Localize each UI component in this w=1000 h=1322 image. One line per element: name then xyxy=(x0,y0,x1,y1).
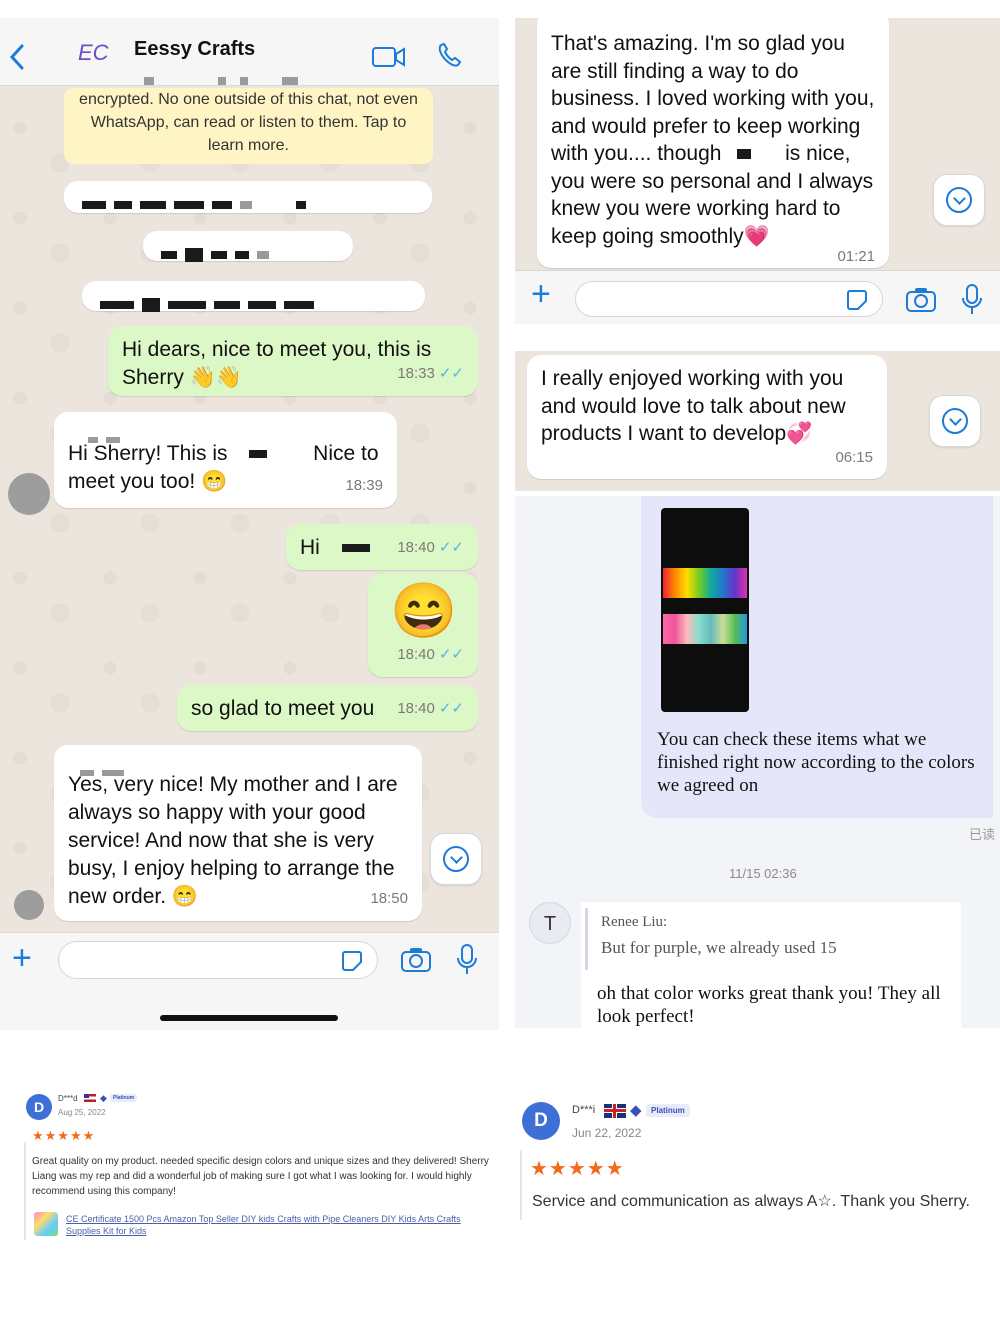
message-text: so glad to meet you xyxy=(191,697,375,720)
sent-message-card[interactable]: You can check these items what we finish… xyxy=(641,496,993,818)
review-date: Jun 22, 2022 xyxy=(572,1126,642,1140)
chat-header: EC Eessy Crafts xyxy=(0,18,499,86)
message-time: 18:40 xyxy=(397,700,435,717)
product-photo[interactable] xyxy=(661,508,749,712)
product-link[interactable]: CE Certificate 1500 Pcs Amazon Top Selle… xyxy=(66,1213,496,1237)
scroll-down-button[interactable] xyxy=(929,395,981,447)
camera-icon[interactable] xyxy=(400,947,432,973)
outgoing-message[interactable]: so glad to meet you 18:40 ✓✓ xyxy=(177,685,478,731)
timestamp: 11/15 02:36 xyxy=(729,866,797,881)
redacted-message xyxy=(143,231,353,263)
quoted-text: But for purple, we already used 15 xyxy=(601,938,837,957)
outgoing-message[interactable]: 😄 18:40 ✓✓ xyxy=(368,573,478,677)
read-ticks-icon: ✓✓ xyxy=(438,700,464,717)
message-time: 18:40 xyxy=(397,646,435,663)
message-text: Yes, very nice! My mother and I are alwa… xyxy=(68,773,398,908)
read-status: 已读 xyxy=(969,827,996,842)
message-text: Hi dears, nice to meet you, this is Sher… xyxy=(122,338,432,389)
message-text: I really enjoyed working with you and wo… xyxy=(541,367,846,445)
verified-icon: ◆ xyxy=(630,1102,642,1119)
review-card: D D***d ◆ Platinum Aug 25, 2022 ★★★★★ Gr… xyxy=(24,1090,510,1240)
contact-name[interactable]: Eessy Crafts xyxy=(134,38,255,61)
microphone-icon[interactable] xyxy=(961,283,983,317)
sticker-icon[interactable] xyxy=(846,289,868,311)
read-ticks-icon: ✓✓ xyxy=(438,646,464,663)
back-chevron-icon[interactable] xyxy=(8,44,26,70)
whatsapp-chat-screen: EC Eessy Crafts encrypted. No one outsid… xyxy=(0,18,499,1030)
message-input-bar: + xyxy=(515,270,1000,324)
message-time: 18:39 xyxy=(345,477,383,494)
scroll-down-icon xyxy=(443,846,469,872)
contact-logo[interactable]: EC xyxy=(78,40,124,80)
redacted-message xyxy=(64,181,432,213)
reviewer-avatar: D xyxy=(522,1102,560,1140)
us-flag-icon xyxy=(84,1094,96,1102)
message-time: 18:33 xyxy=(397,365,435,382)
message-text: Hi xyxy=(300,536,320,559)
read-ticks-icon: ✓✓ xyxy=(438,539,464,556)
verified-icon: ◆ xyxy=(100,1093,107,1103)
incoming-message[interactable]: Hi Sherry! This is Nice to meet you too!… xyxy=(54,412,397,508)
platinum-badge: Platinum xyxy=(110,1094,138,1102)
read-ticks-icon: ✓✓ xyxy=(438,365,464,382)
review-text: Service and communication as always A☆. … xyxy=(532,1193,970,1210)
sender-avatar[interactable] xyxy=(8,473,50,515)
incoming-message[interactable]: I really enjoyed working with you and wo… xyxy=(527,355,887,479)
quoted-author: Renee Liu: xyxy=(601,914,668,930)
message-text: You can check these items what we finish… xyxy=(657,729,975,796)
message-input[interactable] xyxy=(575,281,883,317)
home-indicator xyxy=(160,1015,338,1021)
product-thumbnail[interactable] xyxy=(34,1212,58,1236)
encryption-notice[interactable]: encrypted. No one outside of this chat, … xyxy=(64,88,433,164)
review-date: Aug 25, 2022 xyxy=(58,1108,106,1117)
scroll-down-icon xyxy=(946,187,972,213)
message-input[interactable] xyxy=(58,941,378,979)
message-text: oh that color works great thank you! The… xyxy=(597,983,941,1027)
reviewer-name: D***d xyxy=(58,1094,78,1103)
uk-flag-icon xyxy=(604,1104,626,1118)
redacted-sender xyxy=(84,426,124,454)
emoji-grin: 😄 xyxy=(390,581,458,641)
message-time: 18:40 xyxy=(397,539,435,556)
phone-call-icon[interactable] xyxy=(436,42,464,70)
star-rating: ★★★★★ xyxy=(530,1158,625,1180)
reviewer-name: D***i xyxy=(572,1104,596,1116)
incoming-message[interactable]: Yes, very nice! My mother and I are alwa… xyxy=(54,745,422,921)
microphone-icon[interactable] xyxy=(456,943,478,977)
reply-avatar[interactable]: T xyxy=(529,902,571,944)
message-time: 01:21 xyxy=(837,247,875,265)
review-text: Great quality on my product. needed spec… xyxy=(32,1156,489,1197)
plus-icon[interactable]: + xyxy=(12,939,32,978)
outgoing-message[interactable]: Hi 18:40 ✓✓ xyxy=(286,524,478,570)
review-card: D D***i ◆ Platinum Jun 22, 2022 ★★★★★ Se… xyxy=(520,1096,994,1226)
reply-message[interactable]: Renee Liu: But for purple, we already us… xyxy=(581,902,961,1028)
message-time: 06:15 xyxy=(835,448,873,466)
message-time: 18:50 xyxy=(370,890,408,907)
video-call-icon[interactable] xyxy=(372,46,406,68)
reviewer-avatar: D xyxy=(26,1094,52,1120)
scroll-down-icon xyxy=(942,408,968,434)
sender-avatar[interactable] xyxy=(14,890,44,920)
outgoing-message[interactable]: Hi dears, nice to meet you, this is Sher… xyxy=(108,326,478,396)
whatsapp-snippet-1: That's amazing. I'm so glad you are stil… xyxy=(515,18,1000,324)
supplier-chat-screen: You can check these items what we finish… xyxy=(515,496,1000,1028)
whatsapp-snippet-2: I really enjoyed working with you and wo… xyxy=(515,351,1000,491)
sticker-icon[interactable] xyxy=(341,950,363,972)
message-input-bar: + xyxy=(0,932,499,1030)
redacted-sender xyxy=(76,759,128,787)
incoming-message[interactable]: That's amazing. I'm so glad you are stil… xyxy=(537,18,889,268)
star-rating: ★★★★★ xyxy=(32,1128,96,1143)
camera-icon[interactable] xyxy=(905,287,937,313)
platinum-badge: Platinum xyxy=(646,1104,690,1117)
redacted-message xyxy=(82,281,425,313)
plus-icon[interactable]: + xyxy=(531,275,551,314)
scroll-down-button[interactable] xyxy=(933,174,985,226)
scroll-down-button[interactable] xyxy=(430,833,482,885)
